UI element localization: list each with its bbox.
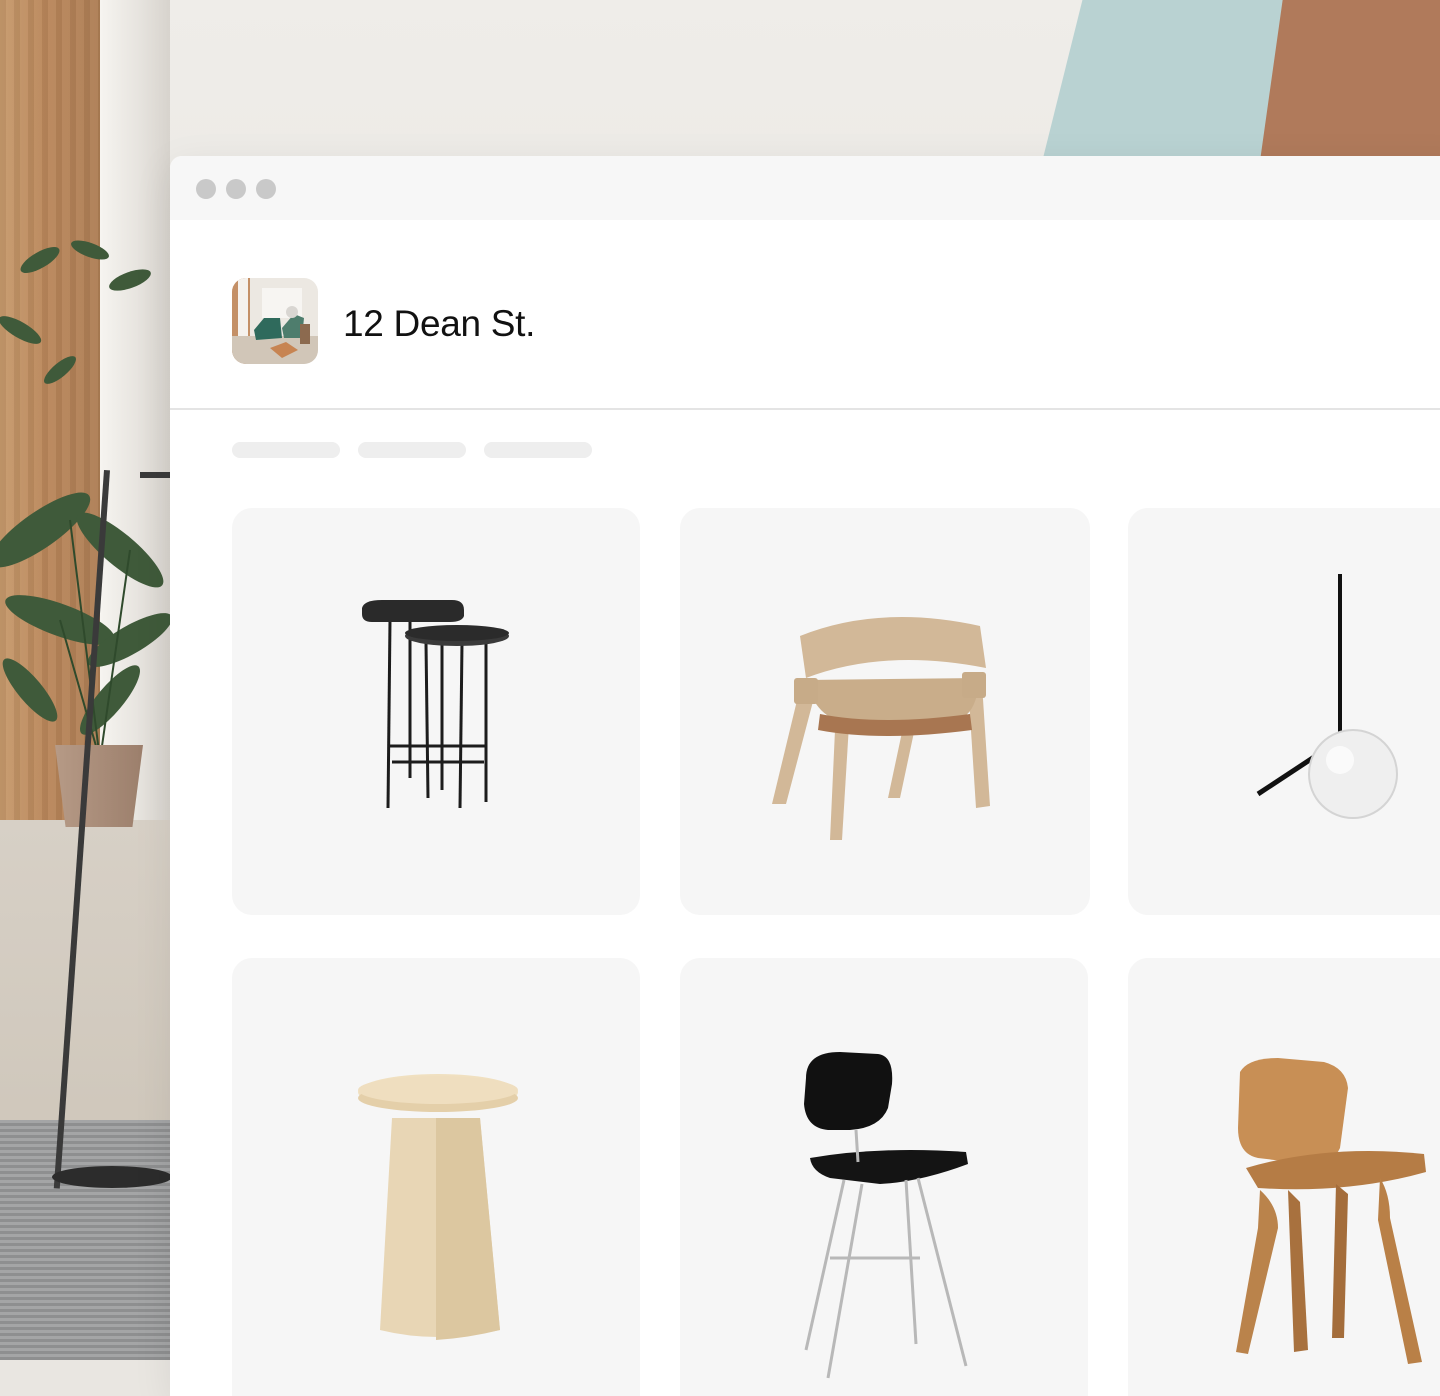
filter-pill[interactable] xyxy=(484,442,592,458)
filter-pill[interactable] xyxy=(358,442,466,458)
filter-bar xyxy=(232,442,592,458)
window-titlebar xyxy=(170,156,1440,220)
background-plant xyxy=(0,240,170,761)
nesting-side-tables-icon xyxy=(362,600,509,809)
product-card[interactable] xyxy=(232,508,640,915)
background-rug xyxy=(0,1120,180,1360)
plywood-lounge-chair-icon xyxy=(1236,1058,1426,1364)
project-header: 12 Dean St. xyxy=(170,220,1440,410)
background-plant-pot xyxy=(55,745,143,827)
oak-lounge-chair-icon xyxy=(772,617,990,840)
pine-side-table-icon xyxy=(358,1074,518,1340)
close-dot-icon[interactable] xyxy=(196,179,216,199)
product-card[interactable] xyxy=(1128,958,1440,1396)
maximize-dot-icon[interactable] xyxy=(256,179,276,199)
black-molded-chair-icon xyxy=(804,1052,968,1379)
browser-window: 12 Dean St. xyxy=(170,156,1440,1396)
project-thumbnail[interactable] xyxy=(232,278,318,364)
room-photo-thumbnail-icon xyxy=(232,278,318,364)
product-card[interactable] xyxy=(680,958,1088,1396)
minimize-dot-icon[interactable] xyxy=(226,179,246,199)
product-card[interactable] xyxy=(1128,508,1440,915)
filter-pill[interactable] xyxy=(232,442,340,458)
globe-pendant-lamp-icon xyxy=(1256,574,1398,819)
product-card[interactable] xyxy=(680,508,1090,915)
page-title: 12 Dean St. xyxy=(343,303,536,344)
product-card[interactable] xyxy=(232,958,640,1396)
background-floor-lamp-base xyxy=(52,1166,172,1188)
